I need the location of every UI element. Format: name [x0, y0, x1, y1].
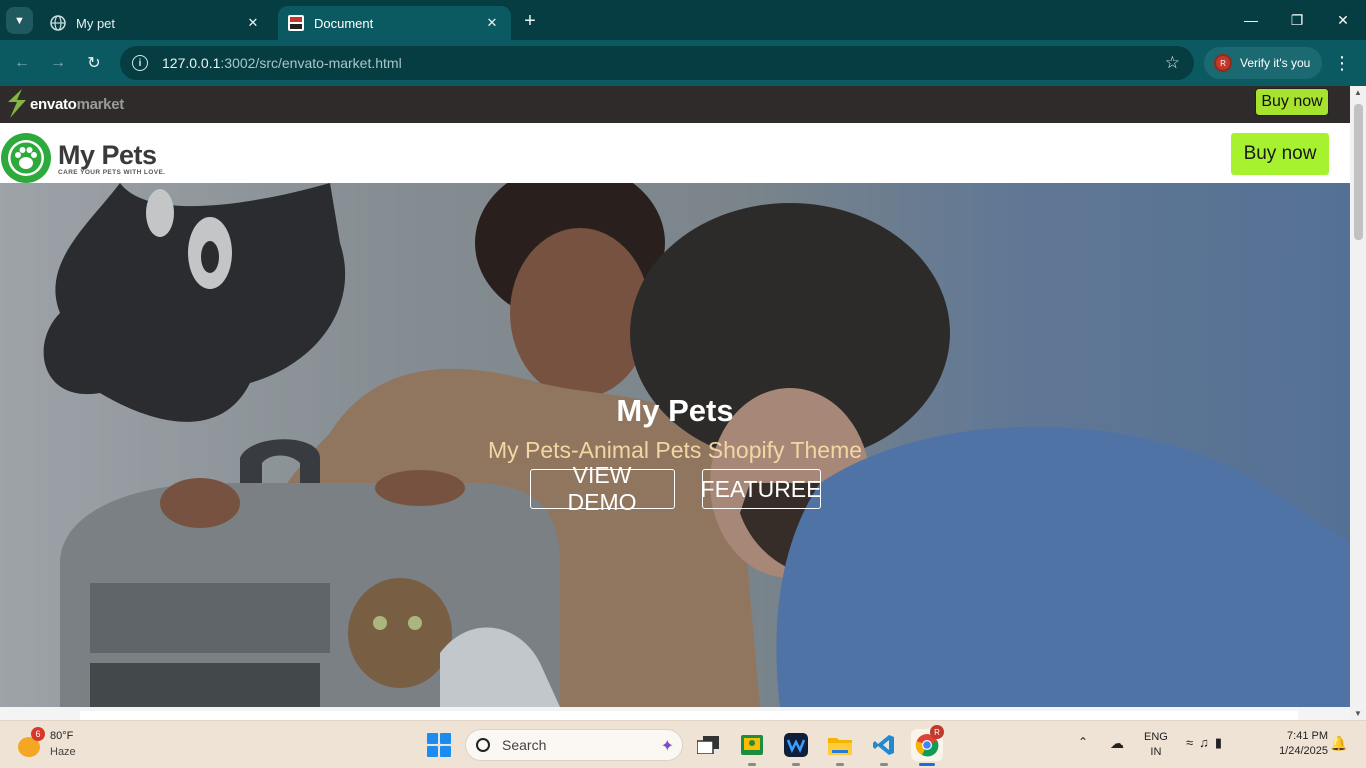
scroll-down-icon[interactable]: ▼: [1354, 709, 1362, 718]
hero-subtitle: My Pets-Animal Pets Shopify Theme: [487, 437, 863, 463]
chrome-profile-badge: R: [930, 725, 944, 739]
forward-arrow-icon[interactable]: →: [46, 51, 70, 75]
scroll-up-icon[interactable]: ▲: [1354, 88, 1362, 97]
tab-document[interactable]: Document ✕: [278, 6, 511, 40]
weather-widget[interactable]: 6 80°F Haze: [14, 727, 104, 763]
windows-start-icon[interactable]: [427, 733, 451, 757]
weather-temp: 80°F: [50, 730, 74, 742]
ars-icon: [288, 15, 304, 31]
taskbar-search[interactable]: Search ✦: [465, 729, 683, 761]
clock[interactable]: 7:41 PM 1/24/2025: [1264, 729, 1328, 759]
url-text: 127.0.0.1:3002/src/envato-market.html: [162, 55, 402, 71]
globe-icon: [50, 15, 66, 31]
chrome-icon[interactable]: R: [911, 725, 944, 766]
address-bar[interactable]: i 127.0.0.1:3002/src/envato-market.html …: [120, 46, 1194, 80]
next-section-edge: [0, 707, 1350, 720]
reload-icon[interactable]: ↻: [82, 51, 106, 75]
chevron-down-icon: ▼: [14, 14, 25, 27]
minimize-button[interactable]: —: [1228, 0, 1274, 40]
search-label: Search: [502, 737, 547, 753]
header-buy-now-button[interactable]: Buy now: [1231, 133, 1329, 175]
windsurf-app-icon[interactable]: [780, 729, 812, 766]
tab-title: Document: [314, 15, 374, 31]
google-classroom-icon[interactable]: [736, 729, 768, 766]
close-tab-icon[interactable]: ✕: [483, 14, 501, 32]
browser-toolbar: ← → ↻ i 127.0.0.1:3002/src/envato-market…: [0, 40, 1366, 86]
verify-profile-button[interactable]: R Verify it's you: [1204, 47, 1322, 79]
time: 7:41 PM: [1287, 730, 1328, 742]
bookmark-star-icon[interactable]: ☆: [1165, 53, 1180, 73]
vscode-icon[interactable]: [868, 729, 900, 766]
volume-icon: ♫: [1199, 735, 1215, 750]
feature-button[interactable]: FEATUREE: [701, 469, 822, 509]
network-volume-battery-icons[interactable]: ≈♫▮: [1186, 735, 1228, 751]
site-header: My Pets CARE YOUR PETS WITH LOVE. Buy no…: [0, 123, 1350, 183]
hero-banner: My Pets My Pets-Animal Pets Shopify Them…: [0, 183, 1350, 707]
restore-button[interactable]: ❐: [1274, 0, 1320, 40]
view-demo-button[interactable]: VIEW DEMO: [529, 462, 675, 515]
notification-bell-icon[interactable]: 🔔: [1330, 735, 1347, 752]
tab-my-pet[interactable]: My pet ✕: [40, 6, 272, 40]
site-info-icon[interactable]: i: [132, 55, 148, 71]
windows-taskbar: 6 80°F Haze Search ✦ R ⌃ ☁ ENG IN ≈♫▮ 7:…: [0, 720, 1366, 768]
tab-search-button[interactable]: ▼: [6, 7, 33, 34]
close-window-button[interactable]: ✕: [1320, 0, 1366, 40]
scrollbar-thumb[interactable]: [1354, 104, 1363, 240]
brand-tagline: CARE YOUR PETS WITH LOVE.: [58, 168, 166, 176]
hero-content: My Pets My Pets-Animal Pets Shopify Them…: [0, 391, 1350, 515]
menu-kebab-icon[interactable]: ⋮: [1332, 51, 1352, 75]
verify-label: Verify it's you: [1240, 56, 1311, 70]
screen: ▼ My pet ✕ Document ✕ + — ❐ ✕ ← → ↻ i 12…: [0, 0, 1366, 768]
weather-condition: Haze: [50, 746, 76, 758]
file-explorer-icon[interactable]: [824, 729, 856, 766]
envato-logo[interactable]: envatomarket: [4, 88, 124, 120]
tab-strip: ▼ My pet ✕ Document ✕ + — ❐ ✕: [0, 0, 1366, 40]
envato-leaf-icon: [8, 89, 26, 118]
wifi-icon: ≈: [1186, 735, 1200, 750]
search-icon: [476, 738, 490, 752]
site-logo[interactable]: My Pets CARE YOUR PETS WITH LOVE.: [0, 132, 165, 184]
brand-name: My Pets: [58, 139, 157, 170]
close-tab-icon[interactable]: ✕: [244, 14, 262, 32]
envato-buy-now-button[interactable]: Buy now: [1255, 88, 1329, 116]
page-scrollbar[interactable]: ▲ ▼: [1350, 86, 1366, 720]
page-viewport: envatomarket Buy now My Pets CARE YOUR P…: [0, 86, 1350, 720]
envato-top-bar: envatomarket Buy now: [0, 86, 1350, 123]
language-indicator[interactable]: ENG IN: [1144, 730, 1168, 760]
task-view-icon[interactable]: [692, 729, 724, 761]
battery-icon: ▮: [1214, 735, 1229, 750]
sync-cloud-icon[interactable]: ☁: [1110, 735, 1124, 752]
show-hidden-icons-chevron-icon[interactable]: ⌃: [1078, 735, 1088, 749]
hero-title: My Pets: [616, 393, 734, 428]
date: 1/24/2025: [1279, 745, 1328, 757]
tab-title: My pet: [76, 15, 116, 31]
paw-badge-icon: [1, 133, 51, 183]
new-tab-button[interactable]: +: [518, 9, 542, 33]
weather-badge: 6: [31, 727, 45, 741]
search-highlight-icon: ✦: [660, 738, 674, 755]
avatar: R: [1214, 54, 1232, 72]
back-arrow-icon[interactable]: ←: [10, 51, 34, 75]
